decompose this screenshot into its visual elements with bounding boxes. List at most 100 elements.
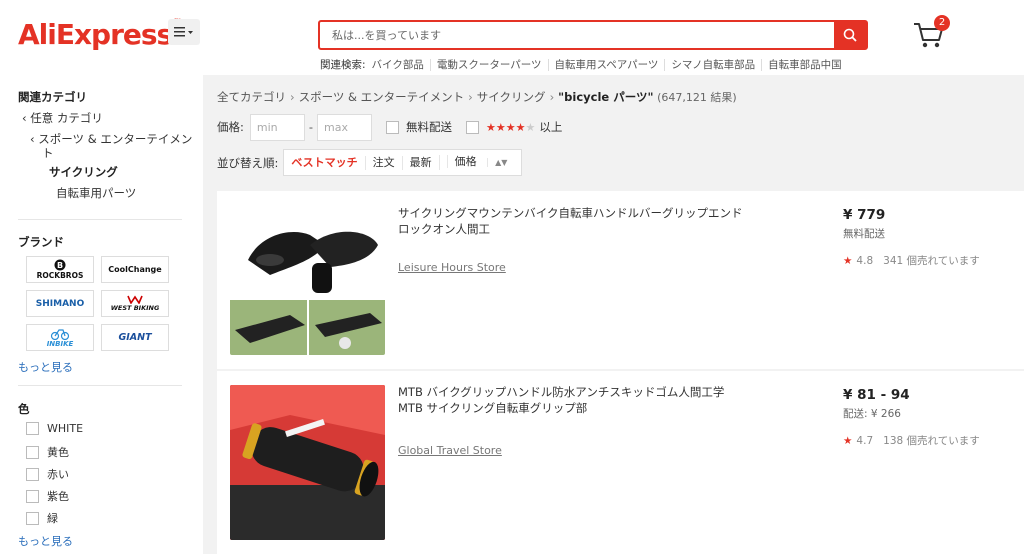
breadcrumb-separator-icon: ›: [290, 90, 295, 104]
free-shipping-label: 無料配送: [406, 120, 453, 134]
shipping-info: 配送: ¥ 266: [843, 408, 901, 420]
price-label: 価格:: [217, 120, 244, 134]
product-title[interactable]: サイクリングマウンテンバイク自転車ハンドルバーグリップエンドロックオン人間工: [398, 205, 743, 237]
header: AliExpress™ 関連検索: バイク部品電動スクーターパーツ自転車用スペアパ…: [0, 0, 1024, 75]
store-link[interactable]: Leisure Hours Store: [398, 261, 506, 274]
search-button[interactable]: [834, 22, 866, 48]
color-label: 緑: [47, 512, 58, 525]
breadcrumb-link[interactable]: サイクリング: [477, 90, 546, 104]
product-image[interactable]: [230, 385, 385, 540]
checkbox[interactable]: [26, 422, 39, 435]
category-menu-button[interactable]: [168, 19, 200, 45]
related-link[interactable]: 電動スクーターパーツ: [429, 59, 548, 71]
color-option-green[interactable]: 緑: [26, 510, 58, 526]
checkbox[interactable]: [26, 445, 39, 459]
color-label: 紫色: [47, 490, 69, 503]
related-link[interactable]: 自転車部品中国: [761, 59, 848, 71]
color-label: WHITE: [47, 422, 84, 435]
sort-options: ベストマッチ 注文 最新 価格 ▲▼: [283, 149, 523, 176]
breadcrumb-link[interactable]: スポーツ & エンターテイメント: [299, 90, 465, 104]
color-more-link[interactable]: もっと見る: [18, 533, 73, 549]
category-any-label: 任意 カテゴリ: [30, 111, 103, 125]
brand-rockbros[interactable]: B ROCKBROS: [26, 256, 94, 283]
sold-count: 341 個売れています: [883, 255, 980, 267]
checkbox[interactable]: [26, 511, 39, 525]
color-label: 黄色: [47, 446, 69, 459]
sort-price[interactable]: 価格 ▲▼: [438, 155, 522, 170]
west-biking-logo-icon: [127, 295, 143, 304]
product-card[interactable]: MTB バイクグリップハンドル防水アンチスキッドゴム人間工学 MTB サイクリン…: [217, 371, 1024, 554]
related-label: 関連検索:: [320, 59, 366, 71]
shipping-info: 無料配送: [843, 228, 885, 240]
product-title[interactable]: MTB バイクグリップハンドル防水アンチスキッドゴム人間工学 MTB サイクリン…: [398, 384, 743, 416]
sidebar-filters: 関連カテゴリ ‹ 任意 カテゴリ ‹ スポーツ & エンターテイメン ト サイク…: [0, 75, 203, 554]
star-icon: ★: [843, 435, 853, 447]
rating-filter-label: 以上: [539, 120, 563, 134]
color-option-red[interactable]: 赤い: [26, 466, 69, 482]
rating-filter[interactable]: ★★★★★ 以上: [466, 119, 562, 135]
mtb-grip-image: [230, 385, 385, 540]
rating-info: ★ 4.7 138 個売れています: [843, 433, 980, 448]
category-sports[interactable]: ‹ スポーツ & エンターテイメン: [30, 131, 192, 147]
product-title-line: MTB バイクグリップハンドル防水アンチスキッドゴム人間工学: [398, 385, 725, 399]
breadcrumb-link[interactable]: 全てカテゴリ: [217, 90, 286, 104]
brand-shimano[interactable]: SHIMANO: [26, 290, 94, 317]
sort-label: 並び替え順:: [217, 155, 279, 170]
color-option-purple[interactable]: 紫色: [26, 488, 69, 504]
related-link[interactable]: 自転車用スペアパーツ: [547, 59, 665, 71]
breadcrumb-separator-icon: ›: [549, 90, 555, 104]
product-card[interactable]: サイクリングマウンテンバイク自転車ハンドルバーグリップエンドロックオン人間工 L…: [217, 191, 1024, 369]
brand-west-biking[interactable]: WEST BIKING: [101, 290, 169, 317]
related-link[interactable]: シマノ自転車部品: [664, 59, 762, 71]
aliexpress-logo[interactable]: AliExpress™: [18, 18, 182, 51]
category-sports-wrap: ト: [42, 146, 54, 160]
color-title: 色: [18, 402, 30, 416]
sort-best-match[interactable]: ベストマッチ: [284, 156, 364, 170]
product-title-line: MTB サイクリング自転車グリップ部: [398, 401, 588, 415]
svg-text:B: B: [57, 261, 63, 270]
sort-orders[interactable]: 注文: [364, 155, 402, 170]
brand-giant[interactable]: GIANT: [101, 324, 169, 351]
store-link[interactable]: Global Travel Store: [398, 444, 502, 457]
search-input[interactable]: [320, 22, 836, 48]
inbike-logo-icon: [50, 328, 70, 340]
category-cycling[interactable]: サイクリング: [49, 164, 118, 180]
brand-inbike[interactable]: INBIKE: [26, 324, 94, 351]
search-icon: [843, 28, 857, 42]
price-max-input[interactable]: max: [317, 113, 373, 141]
product-image[interactable]: [230, 205, 385, 355]
free-shipping-filter[interactable]: 無料配送: [386, 119, 452, 135]
price-min-input[interactable]: min: [249, 113, 305, 141]
sort-price-label: 価格: [446, 155, 484, 168]
rating-info: ★ 4.8 341 個売れています: [843, 253, 980, 268]
rating-value: 4.8: [856, 255, 874, 267]
breadcrumb: 全てカテゴリ › スポーツ & エンターテイメント › サイクリング › "bicycle …: [217, 89, 737, 105]
category-bike-parts[interactable]: 自転車用パーツ: [56, 185, 136, 201]
sort-arrows-icon: ▲▼: [487, 158, 515, 167]
star-rating-icon: ★★★★★: [486, 120, 536, 134]
filter-row: 価格: min - max 無料配送 ★★★★★ 以上: [217, 113, 562, 141]
checkbox[interactable]: [26, 467, 39, 481]
brand-coolchange[interactable]: CoolChange: [101, 256, 169, 283]
category-any[interactable]: ‹ 任意 カテゴリ: [22, 110, 103, 126]
divider: [18, 219, 182, 220]
brand-label: CoolChange: [108, 265, 162, 274]
search-box: [318, 20, 868, 50]
brand-label: WEST BIKING: [110, 304, 160, 312]
checkbox[interactable]: [386, 120, 400, 134]
category-sports-label: スポーツ & エンターテイメン: [38, 132, 193, 146]
product-price: ¥ 81 - 94: [843, 387, 910, 403]
results-area: 全てカテゴリ › スポーツ & エンターテイメント › サイクリング › "bicycle …: [203, 75, 1024, 554]
brand-more-link[interactable]: もっと見る: [18, 359, 73, 375]
related-link[interactable]: バイク部品: [370, 59, 430, 71]
color-label: 赤い: [47, 468, 69, 481]
checkbox[interactable]: [26, 489, 39, 503]
color-option-white[interactable]: WHITE: [26, 422, 83, 435]
checkbox[interactable]: [466, 120, 480, 134]
cart-count-badge: 2: [934, 15, 950, 31]
color-option-yellow[interactable]: 黄色: [26, 444, 69, 460]
price-dash: -: [308, 120, 314, 134]
sort-newest[interactable]: 最新: [401, 155, 439, 170]
rating-value: 4.7: [856, 435, 874, 447]
sort-row: 並び替え順: ベストマッチ 注文 最新 価格 ▲▼: [217, 149, 523, 176]
